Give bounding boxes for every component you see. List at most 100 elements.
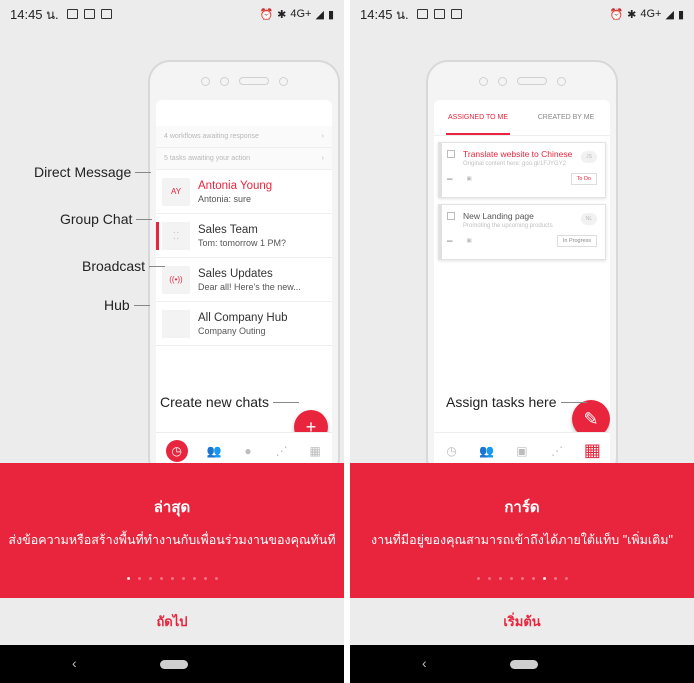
system-icons: ⏰ ✱ 4G+ ◢ ▮ (609, 8, 684, 21)
callout-text: Broadcast (82, 258, 146, 274)
task-notice-text: 5 tasks awaiting your action (164, 155, 250, 162)
chat-preview: Dear all! Here's the new... (198, 281, 301, 292)
callout-text: Group Chat (60, 211, 133, 227)
network-type: 4G+ (640, 8, 662, 20)
page-dot (542, 577, 546, 580)
avatar: AY (162, 177, 190, 206)
share-icon[interactable]: ⋰ (550, 444, 564, 458)
status-chip[interactable]: To Do (570, 173, 597, 185)
page-indicator (0, 577, 344, 580)
chat-name: All Company Hub (198, 311, 288, 324)
workflow-notice-text: 4 workflows awaiting response (164, 133, 259, 140)
chat-row-group[interactable]: ▪ ▪ ▪ ▪ Sales Team Tom: tomorrow 1 PM? (156, 214, 332, 258)
task-card[interactable]: NL New Landing page Promoting the upcomi… (438, 204, 606, 260)
status-chip[interactable]: In Progress (556, 235, 597, 247)
chat-name: Sales Team (198, 223, 258, 236)
battery-icon: ▮ (677, 8, 684, 21)
next-button[interactable]: ถัดไป (0, 598, 344, 644)
car-icon (433, 9, 445, 19)
camera-dot (200, 76, 210, 86)
task-checkbox[interactable] (447, 150, 455, 158)
sensor-dot (219, 76, 229, 86)
speaker-pill (238, 77, 269, 85)
alarm-icon: ⏰ (259, 8, 274, 21)
callout-direct-message: Direct Message (34, 164, 152, 180)
task-subtitle: Original content here: goo.gl/1FJYGY2 (463, 161, 567, 167)
people-icon[interactable]: 👥 (479, 444, 494, 458)
header-spacer (156, 100, 332, 126)
phone-mockup: ASSIGNED TO ME CREATED BY ME JS Translat… (426, 60, 618, 480)
check-icon[interactable]: ▣ (515, 444, 529, 458)
home-icon[interactable] (510, 660, 538, 669)
battery-icon: ▮ (327, 8, 334, 21)
chat-list-screen: 4 workflows awaiting response › 5 tasks a… (156, 100, 332, 468)
tab-created-by-me[interactable]: CREATED BY ME (522, 100, 610, 135)
panel-title: การ์ด (504, 499, 540, 516)
page-dot (148, 577, 152, 580)
system-nav-bar: ‹ (350, 645, 694, 683)
right-screen: 14:45 น. ⏰ ✱ 4G+ ◢ ▮ ASSIGNED TO ME CREA… (350, 0, 694, 683)
clock-icon[interactable]: ◷ (165, 439, 188, 462)
calendar-icon: ▣ (466, 238, 472, 244)
page-dot (214, 577, 218, 580)
group-avatar: ▪ ▪ ▪ ▪ (162, 221, 190, 250)
task-meta: ▬ ▣ To Do (447, 173, 597, 185)
page-dot (509, 577, 513, 580)
chat-preview: Company Outing (198, 325, 266, 336)
task-checkbox[interactable] (447, 212, 455, 220)
back-icon[interactable]: ‹ (72, 655, 77, 671)
clock-icon[interactable]: ◷ (445, 444, 459, 458)
calendar-icon: ▣ (466, 176, 472, 182)
tab-assigned-to-me[interactable]: ASSIGNED TO ME (434, 100, 522, 135)
lock-icon (100, 9, 112, 19)
task-meta: ▬ ▣ In Progress (447, 235, 597, 247)
page-dot (137, 577, 141, 580)
callout-line (272, 401, 299, 403)
page-dot (126, 577, 130, 580)
system-icons: ⏰ ✱ 4G+ ◢ ▮ (259, 8, 334, 21)
image-icon (416, 9, 428, 19)
task-card[interactable]: JS Translate website to Chinese Original… (438, 142, 606, 198)
task-title-row: Translate website to Chinese (447, 149, 597, 159)
start-button[interactable]: เริ่มต้น (350, 598, 694, 644)
callout-line (560, 401, 587, 403)
speaker-pill (516, 77, 547, 85)
home-icon[interactable] (160, 660, 188, 669)
panel-description: ส่งข้อความหรือสร้างพื้นที่ทำงานกับเพื่อน… (8, 533, 336, 547)
workflow-notice[interactable]: 4 workflows awaiting response › (156, 126, 332, 148)
callout-line (133, 304, 150, 306)
task-title: New Landing page (463, 211, 534, 221)
task-title: Translate website to Chinese (463, 149, 573, 159)
callout-hub: Hub (104, 297, 150, 313)
back-icon[interactable]: ‹ (422, 655, 427, 671)
comment-icon: ▬ (447, 176, 453, 182)
page-dot (564, 577, 568, 580)
callout-text: Create new chats (160, 394, 269, 410)
page-dot (520, 577, 524, 580)
page-dot (170, 577, 174, 580)
phone-mockup: 4 workflows awaiting response › 5 tasks a… (148, 60, 340, 480)
chat-row-hub[interactable]: All Company Hub Company Outing (156, 302, 332, 346)
assignee-avatar: JS (581, 151, 597, 163)
grid-icon[interactable]: ▦ (584, 440, 601, 460)
chat-row-broadcast[interactable]: ((•)) Sales Updates Dear all! Here's the… (156, 258, 332, 302)
share-icon[interactable]: ⋰ (275, 444, 289, 458)
grid-icon[interactable]: ▦ (308, 444, 322, 458)
page-dot (487, 577, 491, 580)
bluetooth-icon: ✱ (627, 8, 637, 21)
callout-text: Assign tasks here (446, 394, 557, 410)
image-icon (66, 9, 78, 19)
card-accent (439, 143, 442, 197)
alarm-icon: ⏰ (609, 8, 624, 21)
task-notice[interactable]: 5 tasks awaiting your action › (156, 148, 332, 170)
callout-text: Direct Message (34, 164, 132, 180)
chat-row-direct[interactable]: AY Antonia Young Antonia: sure (156, 170, 332, 214)
system-nav-bar: ‹ (0, 645, 344, 683)
notification-icons (66, 9, 112, 19)
people-icon[interactable]: 👥 (207, 444, 222, 458)
page-dot (181, 577, 185, 580)
info-panel: การ์ด งานที่มีอยู่ของคุณสามารถเข้าถึงได้… (350, 463, 694, 598)
camera-dot (478, 76, 488, 86)
check-icon[interactable]: ● (241, 444, 255, 458)
phone-speaker (150, 62, 338, 100)
